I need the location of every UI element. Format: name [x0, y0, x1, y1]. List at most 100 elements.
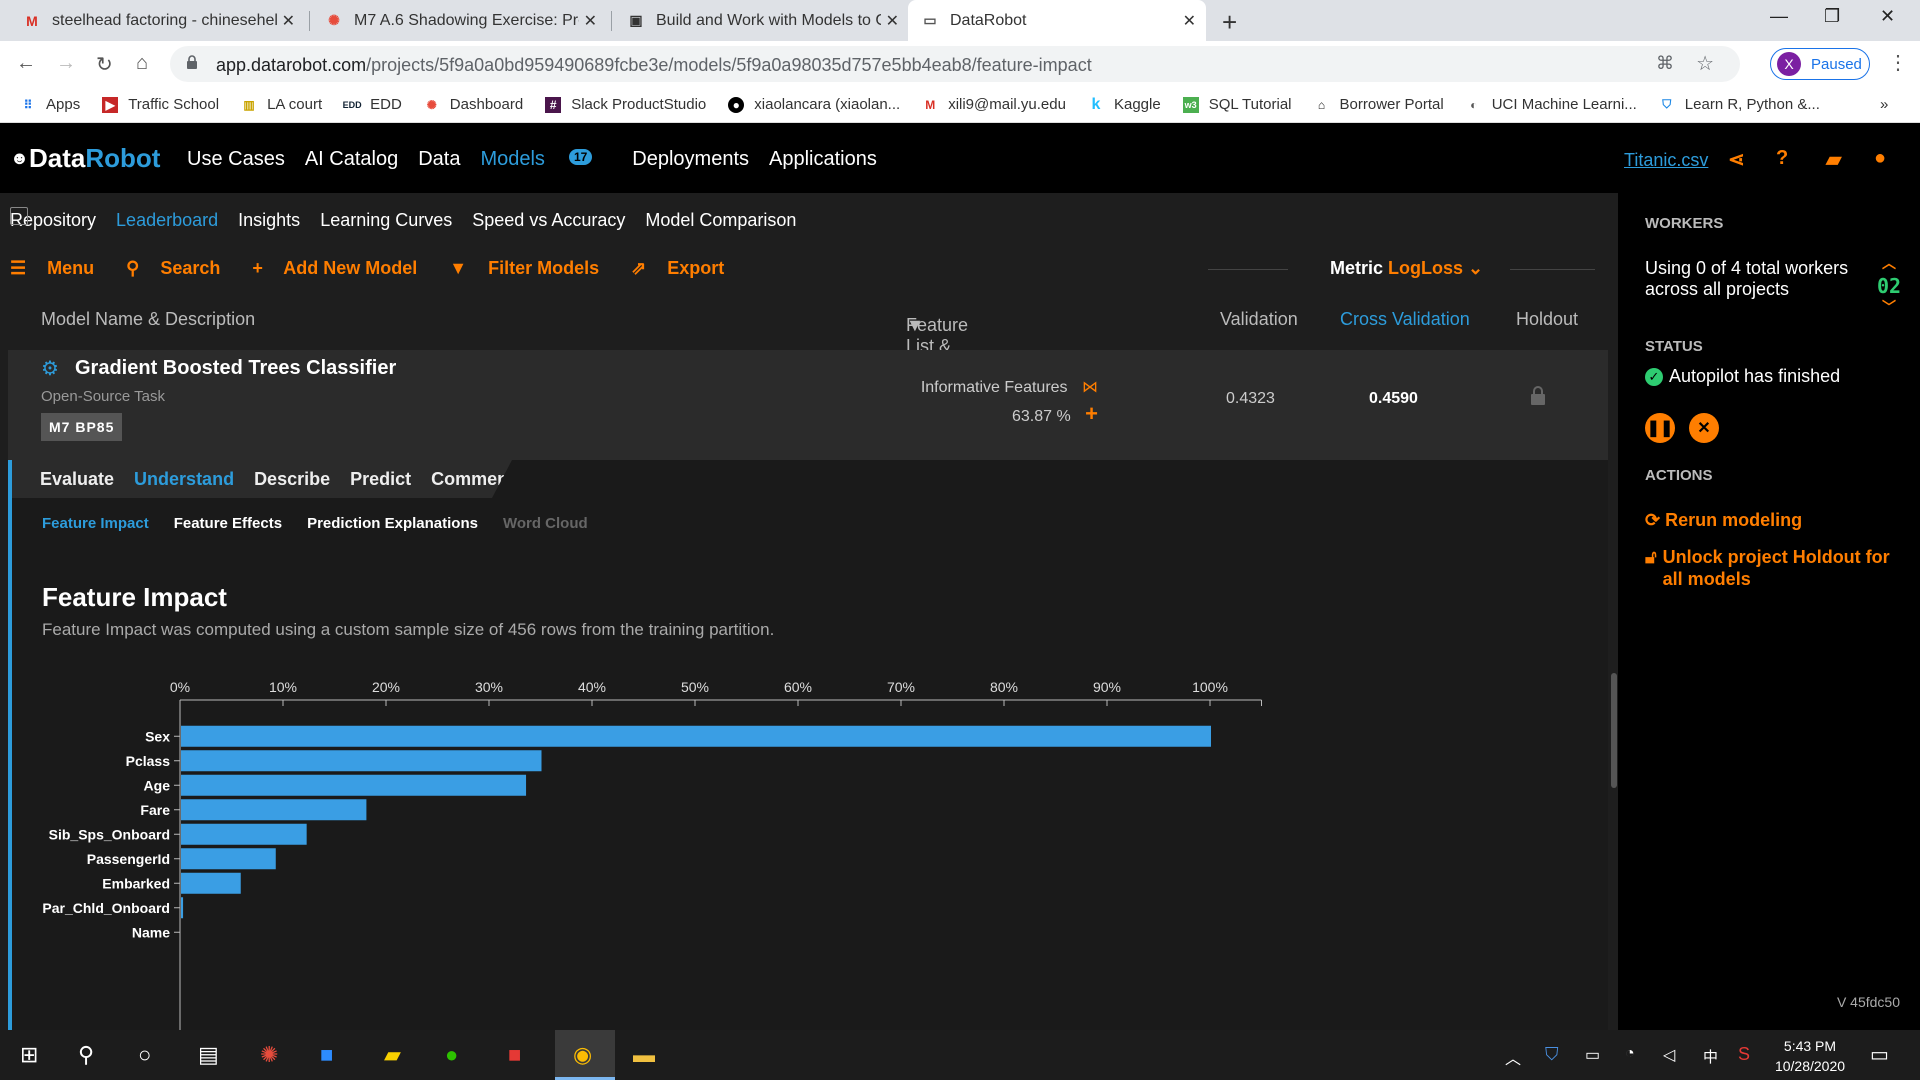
share-icon[interactable]: ⋖: [1728, 147, 1745, 172]
bookmarks-overflow-icon[interactable]: »: [1880, 96, 1888, 113]
metric-selector[interactable]: Metric LogLoss ⌄: [1330, 258, 1483, 279]
subnav-speed-vs-accuracy[interactable]: Speed vs Accuracy: [472, 210, 625, 231]
tab-comments[interactable]: Comments: [431, 469, 512, 490]
select-all-checkbox[interactable]: [10, 207, 28, 225]
bookmark-gmail[interactable]: Mxili9@mail.yu.edu: [922, 96, 1066, 113]
nav-applications[interactable]: Applications: [769, 148, 877, 171]
bookmark-uci[interactable]: ◐ UCI Machine Learni...: [1466, 96, 1637, 113]
browser-tab-build-models[interactable]: ▣ Build and Work with Models to G ✕: [614, 0, 909, 41]
bookmark-apps[interactable]: ⠿ Apps: [20, 96, 81, 113]
file-explorer-icon[interactable]: ▬: [633, 1042, 655, 1068]
browser-tab-shadowing[interactable]: ✺ M7 A.6 Shadowing Exercise: Pred ✕: [312, 0, 607, 41]
translate-icon[interactable]: ⌘: [1656, 53, 1674, 74]
restore-icon[interactable]: ❐: [1824, 6, 1840, 27]
bookmark-sql-tutorial[interactable]: w3 SQL Tutorial: [1182, 96, 1292, 113]
back-icon[interactable]: ←: [16, 52, 36, 75]
feature-list-icon[interactable]: ⋈: [1082, 379, 1098, 396]
tab-describe[interactable]: Describe: [254, 469, 330, 490]
add-new-model-button[interactable]: + Add New Model: [252, 258, 433, 279]
forward-icon[interactable]: →: [56, 52, 76, 75]
stop-button[interactable]: ✕: [1689, 413, 1719, 443]
cortana-icon[interactable]: ○: [138, 1042, 151, 1068]
subnav-insights[interactable]: Insights: [238, 210, 300, 231]
clock[interactable]: 5:43 PM 10/28/2020: [1760, 1036, 1860, 1076]
datarobot-app-icon[interactable]: ✺: [260, 1042, 278, 1068]
bookmark-github[interactable]: ● xiaolancara (xiaolan...: [728, 96, 900, 113]
subtab-prediction-explanations[interactable]: Prediction Explanations: [307, 515, 478, 532]
ime-indicator[interactable]: 中: [1703, 1046, 1718, 1067]
rerun-modeling-button[interactable]: ⟳ Rerun modeling: [1645, 509, 1802, 531]
browser-menu-icon[interactable]: ⋮: [1888, 50, 1908, 75]
chrome-icon[interactable]: ◉: [573, 1042, 592, 1068]
close-tab-icon[interactable]: ✕: [1183, 11, 1196, 31]
browser-tab-gmail[interactable]: M steelhead factoring - chinesehelp ✕: [10, 0, 305, 41]
col-validation[interactable]: Validation: [1220, 309, 1298, 330]
reload-icon[interactable]: ↻: [96, 52, 113, 77]
wifi-icon[interactable]: ◔: [1625, 1045, 1635, 1063]
minimize-icon[interactable]: —: [1770, 6, 1788, 27]
bookmark-edd[interactable]: EDD EDD: [343, 96, 402, 113]
subnav-model-comparison[interactable]: Model Comparison: [645, 210, 796, 231]
model-row[interactable]: ⚙ Gradient Boosted Trees Classifier Open…: [8, 350, 1608, 460]
volume-icon[interactable]: ◁: [1663, 1045, 1675, 1065]
wechat-icon[interactable]: ●: [445, 1042, 458, 1068]
chevron-up-icon[interactable]: ︿: [1874, 253, 1904, 275]
bookmark-learn-r[interactable]: ⛉ Learn R, Python &...: [1659, 96, 1820, 113]
window-close-icon[interactable]: ✕: [1880, 6, 1895, 27]
bookmark-borrower-portal[interactable]: ⌂ Borrower Portal: [1314, 96, 1444, 113]
pause-button[interactable]: ❚❚: [1645, 413, 1675, 443]
bookmark-slack[interactable]: # Slack ProductStudio: [545, 96, 706, 113]
app-icon[interactable]: ■: [508, 1042, 521, 1068]
col-model-name[interactable]: Model Name & Description: [41, 309, 255, 330]
home-icon[interactable]: ⌂: [136, 52, 148, 75]
nav-deployments[interactable]: Deployments: [632, 148, 749, 171]
tab-evaluate[interactable]: Evaluate: [40, 469, 114, 490]
tab-predict[interactable]: Predict: [350, 469, 411, 490]
task-view-icon[interactable]: ▤: [198, 1042, 219, 1068]
bookmark-traffic-school[interactable]: ▶ Traffic School: [102, 96, 219, 113]
windows-start-icon[interactable]: ⊞: [20, 1042, 38, 1068]
export-button[interactable]: ⇗ Export: [631, 258, 740, 279]
user-icon[interactable]: ●: [1874, 147, 1886, 170]
menu-button[interactable]: ☰ Menu: [10, 258, 110, 279]
new-tab-button[interactable]: +: [1222, 7, 1237, 38]
scrollbar[interactable]: [1610, 483, 1618, 1023]
close-tab-icon[interactable]: ✕: [886, 11, 899, 31]
subnav-leaderboard[interactable]: Leaderboard: [116, 210, 218, 231]
bookmark-la-court[interactable]: ▥ LA court: [241, 96, 322, 113]
nav-models[interactable]: Models 17: [480, 148, 612, 171]
browser-tab-datarobot[interactable]: ▭ DataRobot ✕: [908, 0, 1206, 41]
bookmark-dashboard[interactable]: ✺ Dashboard: [424, 96, 523, 113]
subtab-feature-impact[interactable]: Feature Impact: [42, 515, 149, 532]
sogou-icon[interactable]: S: [1738, 1044, 1750, 1065]
add-sample-icon[interactable]: +: [1085, 401, 1098, 426]
nav-ai-catalog[interactable]: AI Catalog: [305, 148, 398, 171]
battery-icon[interactable]: ▭: [1585, 1045, 1600, 1065]
model-name[interactable]: Gradient Boosted Trees Classifier: [75, 357, 396, 380]
filter-models-button[interactable]: ▼ Filter Models: [449, 258, 615, 279]
unlock-holdout-button[interactable]: 🔓︎ Unlock project Holdout for all models: [1645, 546, 1895, 590]
notifications-icon[interactable]: ▭: [1870, 1042, 1889, 1067]
subtab-feature-effects[interactable]: Feature Effects: [174, 515, 282, 532]
zoom-icon[interactable]: ■: [320, 1042, 333, 1068]
url-field[interactable]: app.datarobot.com/projects/5f9a0a0bd9594…: [170, 46, 1740, 82]
dataset-link[interactable]: Titanic.csv: [1624, 150, 1708, 171]
datarobot-logo[interactable]: ☻DataRobot: [10, 143, 160, 174]
scrollbar-thumb[interactable]: [1611, 673, 1617, 788]
search-button[interactable]: ⚲ Search: [126, 258, 236, 279]
search-icon[interactable]: ⚲: [78, 1042, 94, 1068]
nav-use-cases[interactable]: Use Cases: [187, 148, 285, 171]
folder-icon[interactable]: ▰: [1826, 147, 1841, 172]
star-icon[interactable]: ☆: [1696, 51, 1714, 76]
chevron-down-icon[interactable]: ﹀: [1874, 297, 1904, 319]
defender-icon[interactable]: ⛉: [1545, 1044, 1559, 1065]
tray-chevron-icon[interactable]: ︿: [1505, 1045, 1521, 1069]
col-holdout[interactable]: Holdout: [1516, 309, 1578, 330]
close-tab-icon[interactable]: ✕: [584, 11, 597, 31]
profile-button[interactable]: X Paused: [1770, 48, 1870, 80]
help-icon[interactable]: ?: [1776, 147, 1788, 170]
nav-data[interactable]: Data: [418, 148, 460, 171]
close-tab-icon[interactable]: ✕: [282, 11, 295, 31]
tab-understand[interactable]: Understand: [134, 469, 234, 490]
subnav-learning-curves[interactable]: Learning Curves: [320, 210, 452, 231]
